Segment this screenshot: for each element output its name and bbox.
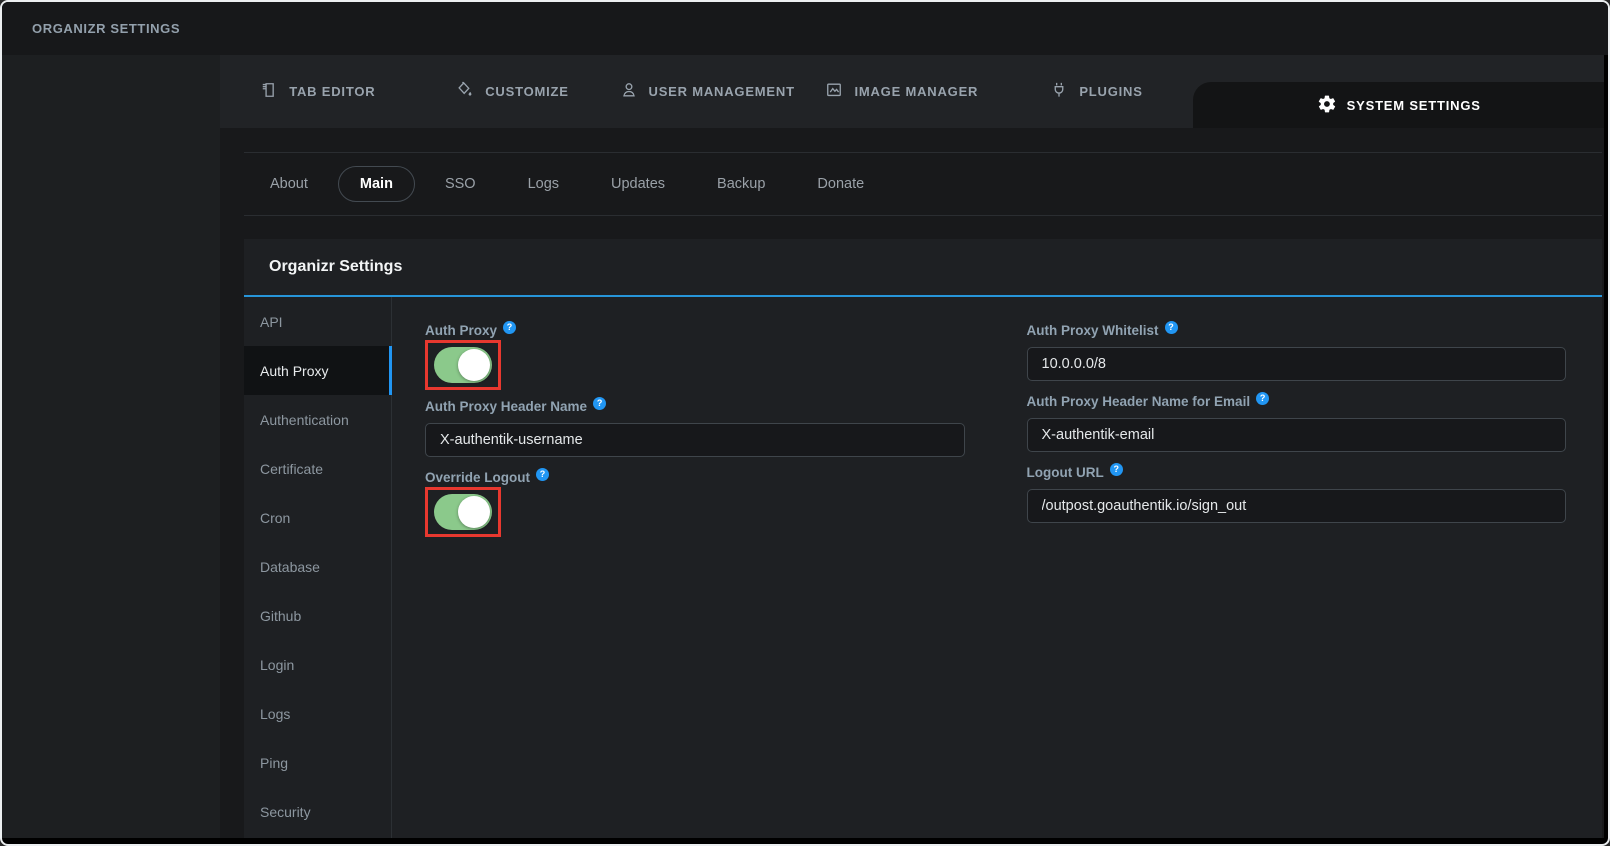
logout-url-label: Logout URL ?	[1027, 465, 1567, 480]
override-logout-field: Override Logout ?	[425, 470, 965, 542]
tab-label: CUSTOMIZE	[485, 84, 569, 99]
toggle-knob	[458, 349, 490, 381]
subtab-about[interactable]: About	[248, 166, 330, 202]
menu-item-logs[interactable]: Logs	[244, 689, 391, 738]
auth-proxy-form: Auth Proxy ?	[392, 297, 1602, 838]
panel-title: Organizr Settings	[269, 258, 402, 276]
panel-header: Organizr Settings	[244, 239, 1602, 297]
auth-proxy-header-email-input[interactable]	[1027, 418, 1567, 452]
auth-proxy-label: Auth Proxy ?	[425, 323, 965, 338]
gear-icon	[1317, 94, 1337, 117]
red-annotation-box	[425, 487, 501, 537]
menu-item-security[interactable]: Security	[244, 787, 391, 836]
auth-proxy-whitelist-field: Auth Proxy Whitelist ?	[1027, 323, 1567, 381]
auth-proxy-whitelist-input[interactable]	[1027, 347, 1567, 381]
menu-item-api[interactable]: API	[244, 297, 391, 346]
help-icon[interactable]: ?	[1256, 392, 1269, 405]
plug-icon	[1049, 80, 1069, 103]
logout-url-input[interactable]	[1027, 489, 1567, 523]
menu-item-ping[interactable]: Ping	[244, 738, 391, 787]
window-title: ORGANIZR SETTINGS	[32, 21, 180, 36]
system-settings-content: About Main SSO Logs Updates Backup Donat…	[220, 128, 1604, 838]
subtab-logs[interactable]: Logs	[506, 166, 581, 202]
organizr-settings-panel: Organizr Settings API Auth Proxy Authent…	[244, 239, 1602, 838]
tab-label: USER MANAGEMENT	[649, 84, 795, 99]
form-column-right: Auth Proxy Whitelist ? Auth Proxy Header…	[1027, 323, 1567, 838]
auth-proxy-whitelist-label: Auth Proxy Whitelist ?	[1027, 323, 1567, 338]
logout-url-field: Logout URL ?	[1027, 465, 1567, 523]
menu-item-certificate[interactable]: Certificate	[244, 444, 391, 493]
override-logout-label: Override Logout ?	[425, 470, 965, 485]
form-column-left: Auth Proxy ?	[425, 323, 965, 838]
help-icon[interactable]: ?	[503, 321, 516, 334]
tab-editor-icon	[259, 80, 279, 103]
auth-proxy-field: Auth Proxy ?	[425, 323, 965, 395]
tab-label: PLUGINS	[1079, 84, 1142, 99]
tab-user-management[interactable]: USER MANAGEMENT	[609, 55, 804, 128]
help-icon[interactable]: ?	[593, 397, 606, 410]
menu-item-github[interactable]: Github	[244, 591, 391, 640]
paint-bucket-icon	[455, 80, 475, 103]
subtab-updates[interactable]: Updates	[589, 166, 687, 202]
tab-label: IMAGE MANAGER	[854, 84, 978, 99]
auth-proxy-header-email-field: Auth Proxy Header Name for Email ?	[1027, 394, 1567, 452]
auth-proxy-header-name-field: Auth Proxy Header Name ?	[425, 399, 965, 457]
toggle-knob	[458, 496, 490, 528]
window-titlebar: ORGANIZR SETTINGS	[2, 2, 1608, 55]
app-window: ORGANIZR SETTINGS TAB EDITOR	[0, 0, 1610, 846]
tab-label: TAB EDITOR	[289, 84, 375, 99]
tab-image-manager[interactable]: IMAGE MANAGER	[804, 55, 999, 128]
left-spacer-panel	[2, 55, 220, 838]
user-icon	[619, 80, 639, 103]
tab-system-settings[interactable]: SYSTEM SETTINGS	[1193, 82, 1604, 128]
auth-proxy-toggle[interactable]	[434, 347, 492, 383]
menu-item-database[interactable]: Database	[244, 542, 391, 591]
subtab-sso[interactable]: SSO	[423, 166, 498, 202]
help-icon[interactable]: ?	[536, 468, 549, 481]
menu-item-cron[interactable]: Cron	[244, 493, 391, 542]
auth-proxy-header-name-label: Auth Proxy Header Name ?	[425, 399, 965, 414]
image-icon	[824, 80, 844, 103]
help-icon[interactable]: ?	[1165, 321, 1178, 334]
tab-tab-editor[interactable]: TAB EDITOR	[220, 55, 415, 128]
tab-label: SYSTEM SETTINGS	[1347, 98, 1481, 113]
settings-nav-tabs: TAB EDITOR CUSTOMIZE	[220, 55, 1604, 128]
subtab-main[interactable]: Main	[338, 166, 415, 202]
tab-customize[interactable]: CUSTOMIZE	[415, 55, 610, 128]
auth-proxy-header-email-label: Auth Proxy Header Name for Email ?	[1027, 394, 1567, 409]
menu-item-auth-proxy[interactable]: Auth Proxy	[244, 346, 391, 395]
tab-plugins[interactable]: PLUGINS	[999, 55, 1194, 128]
override-logout-toggle[interactable]	[434, 494, 492, 530]
subtab-donate[interactable]: Donate	[795, 166, 886, 202]
settings-subtabs: About Main SSO Logs Updates Backup Donat…	[244, 152, 1602, 216]
subtab-backup[interactable]: Backup	[695, 166, 787, 202]
red-annotation-box	[425, 340, 501, 390]
settings-section-menu: API Auth Proxy Authentication Certificat…	[244, 297, 392, 838]
auth-proxy-header-name-input[interactable]	[425, 423, 965, 457]
menu-item-login[interactable]: Login	[244, 640, 391, 689]
help-icon[interactable]: ?	[1110, 463, 1123, 476]
menu-item-authentication[interactable]: Authentication	[244, 395, 391, 444]
